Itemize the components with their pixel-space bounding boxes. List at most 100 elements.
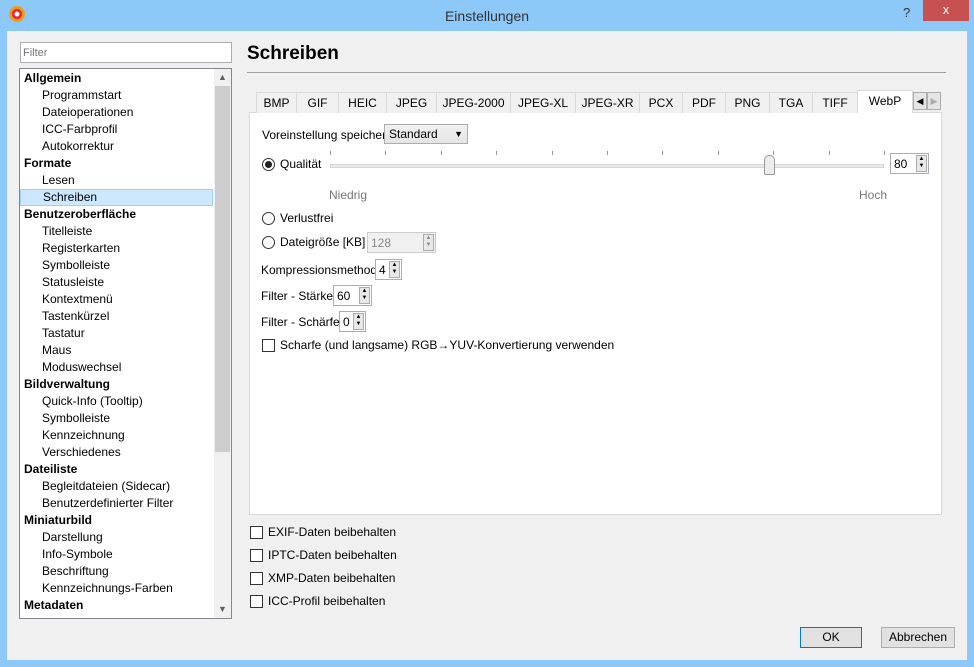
- tree-item[interactable]: Maus: [20, 342, 231, 359]
- quality-slider-thumb[interactable]: [763, 155, 775, 175]
- sharpness-spinbox[interactable]: 0 ▲ ▼: [339, 311, 366, 332]
- tree-item[interactable]: Tastatur: [20, 325, 231, 342]
- tab-jpeg-xr[interactable]: JPEG-XR: [575, 92, 640, 113]
- tab-pdf[interactable]: PDF: [682, 92, 726, 113]
- lossless-label: Verlustfrei: [280, 211, 334, 225]
- tree-item[interactable]: Allgemein: [20, 70, 231, 87]
- help-button[interactable]: ?: [903, 5, 910, 20]
- slider-tick: [884, 151, 885, 155]
- strength-spinbox[interactable]: 60 ▲ ▼: [333, 285, 372, 306]
- settings-tree: Allgemein Programmstart Dateioperationen IC…: [19, 68, 232, 619]
- tree-item[interactable]: Tastenkürzel: [20, 308, 231, 325]
- checkbox-icon: [250, 594, 263, 608]
- preset-select[interactable]: Standard ▼: [384, 124, 468, 144]
- keep-checkbox[interactable]: EXIF-Daten beibehalten: [250, 525, 396, 539]
- tab-right-icon[interactable]: ▶: [927, 92, 941, 110]
- checkbox-icon: [262, 338, 275, 352]
- slider-tick: [828, 151, 830, 155]
- strength-label: Filter - Stärke: [261, 289, 334, 303]
- tab-webp[interactable]: WebP: [857, 90, 913, 113]
- method-label: Kompressionsmethode: [261, 263, 384, 277]
- spin-arrows-icon[interactable]: ▲ ▼: [353, 313, 364, 330]
- page-title: Schreiben: [247, 43, 339, 64]
- tree-item[interactable]: Autokorrektur: [20, 138, 231, 155]
- tab-jpeg[interactable]: JPEG: [386, 92, 437, 113]
- tree-item[interactable]: Lesen: [20, 172, 231, 189]
- tab-tga[interactable]: TGA: [769, 92, 813, 113]
- tab-jpeg-xl[interactable]: JPEG-XL: [510, 92, 576, 113]
- window-title: Einstellungen: [444, 8, 530, 24]
- tab-left-icon[interactable]: ◀: [913, 92, 927, 110]
- slider-tick: [496, 151, 498, 155]
- spin-arrows-icon[interactable]: ▲ ▼: [423, 234, 434, 251]
- spin-arrows-icon[interactable]: ▲ ▼: [389, 261, 400, 278]
- tree-item[interactable]: Bildverwaltung: [20, 376, 231, 393]
- tab-bmp[interactable]: BMP: [256, 92, 297, 113]
- tree-item[interactable]: Dateiliste: [20, 461, 231, 478]
- scroll-down-icon[interactable]: ▼: [214, 601, 231, 618]
- tree-item[interactable]: Beschriftung: [20, 563, 231, 580]
- keep-label: ICC-Profil beibehalten: [268, 594, 386, 608]
- ok-button[interactable]: OK: [800, 627, 862, 648]
- spin-arrows-icon[interactable]: ▲ ▼: [359, 287, 370, 304]
- tree-item[interactable]: Verschiedenes: [20, 444, 231, 461]
- quality-slider[interactable]: [330, 164, 884, 168]
- radio-icon: [262, 157, 275, 171]
- quality-spinbox[interactable]: 80 ▲ ▼: [890, 153, 929, 174]
- tree-item[interactable]: Registerkarten: [20, 240, 231, 257]
- tree-item[interactable]: Miniaturbild: [20, 512, 231, 529]
- filesize-spinbox[interactable]: 128 ▲ ▼: [367, 232, 436, 253]
- tree-item[interactable]: Kennzeichnungs-Farben: [20, 580, 231, 597]
- slider-tick: [330, 151, 331, 155]
- tab-pcx[interactable]: PCX: [639, 92, 683, 113]
- tree-item[interactable]: Titelleiste: [20, 223, 231, 240]
- slider-high-label: Hoch: [859, 188, 888, 202]
- slider-tick: [717, 151, 719, 155]
- tab-gif[interactable]: GIF: [296, 92, 339, 113]
- sharp-yuv-checkbox[interactable]: Scharfe (und langsame) RGB→YUV-Konvertie…: [262, 338, 614, 352]
- keep-checkbox[interactable]: IPTC-Daten beibehalten: [250, 548, 397, 562]
- tree-item[interactable]: Dateioperationen: [20, 104, 231, 121]
- tree-item[interactable]: Quick-Info (Tooltip): [20, 393, 231, 410]
- keep-label: XMP-Daten beibehalten: [268, 571, 396, 585]
- tree-item[interactable]: Benutzerdefinierter Filter: [20, 495, 231, 512]
- cancel-button[interactable]: Abbrechen: [881, 627, 955, 648]
- tree-item[interactable]: Metadaten: [20, 597, 231, 614]
- tree-item[interactable]: Benutzeroberfläche: [20, 206, 231, 223]
- format-tabs: BMP GIF HEIC JPEG JPEG-2000 JPEG-XL JPEG-XR PCX…: [249, 90, 913, 113]
- filesize-radio[interactable]: Dateigröße [KB]: [262, 235, 365, 249]
- scroll-thumb[interactable]: [215, 86, 230, 452]
- tree-item[interactable]: Formate: [20, 155, 231, 172]
- lossless-radio[interactable]: Verlustfrei: [262, 211, 333, 225]
- spin-arrows-icon[interactable]: ▲ ▼: [916, 155, 927, 172]
- filter-input[interactable]: [20, 42, 232, 63]
- scroll-up-icon[interactable]: ▲: [214, 69, 231, 86]
- tree-item[interactable]: Info-Symbole: [20, 546, 231, 563]
- tab-jpeg-2000[interactable]: JPEG-2000: [436, 92, 511, 113]
- tree-scrollbar[interactable]: ▲ ▼: [214, 69, 231, 618]
- tab-png[interactable]: PNG: [725, 92, 770, 113]
- tree-item[interactable]: Symbolleiste: [20, 410, 231, 427]
- tree-item[interactable]: Kennzeichnung: [20, 427, 231, 444]
- tree-item[interactable]: Kontextmenü: [20, 291, 231, 308]
- tree-item[interactable]: Programmstart: [20, 87, 231, 104]
- method-spinbox[interactable]: 4 ▲ ▼: [375, 259, 402, 280]
- quality-radio[interactable]: Qualität: [262, 157, 321, 171]
- tree-item[interactable]: Moduswechsel: [20, 359, 231, 376]
- tab-heic[interactable]: HEIC: [338, 92, 387, 113]
- keep-checkbox[interactable]: XMP-Daten beibehalten: [250, 571, 395, 585]
- slider-tick: [551, 151, 553, 155]
- strength-value: 60: [337, 288, 351, 303]
- preset-label: Voreinstellung speichern: [262, 128, 393, 142]
- tree-item[interactable]: Darstellung: [20, 529, 231, 546]
- radio-icon: [262, 235, 275, 249]
- tree-item[interactable]: Begleitdateien (Sidecar): [20, 478, 231, 495]
- tree-item[interactable]: Statusleiste: [20, 274, 231, 291]
- keep-checkbox[interactable]: ICC-Profil beibehalten: [250, 594, 385, 608]
- tab-tiff[interactable]: TIFF: [812, 92, 858, 113]
- quality-value: 80: [894, 156, 908, 171]
- tree-item[interactable]: ICC-Farbprofil: [20, 121, 231, 138]
- close-button[interactable]: x: [923, 0, 969, 21]
- tree-item[interactable]: Schreiben: [20, 189, 213, 206]
- tree-item[interactable]: Symbolleiste: [20, 257, 231, 274]
